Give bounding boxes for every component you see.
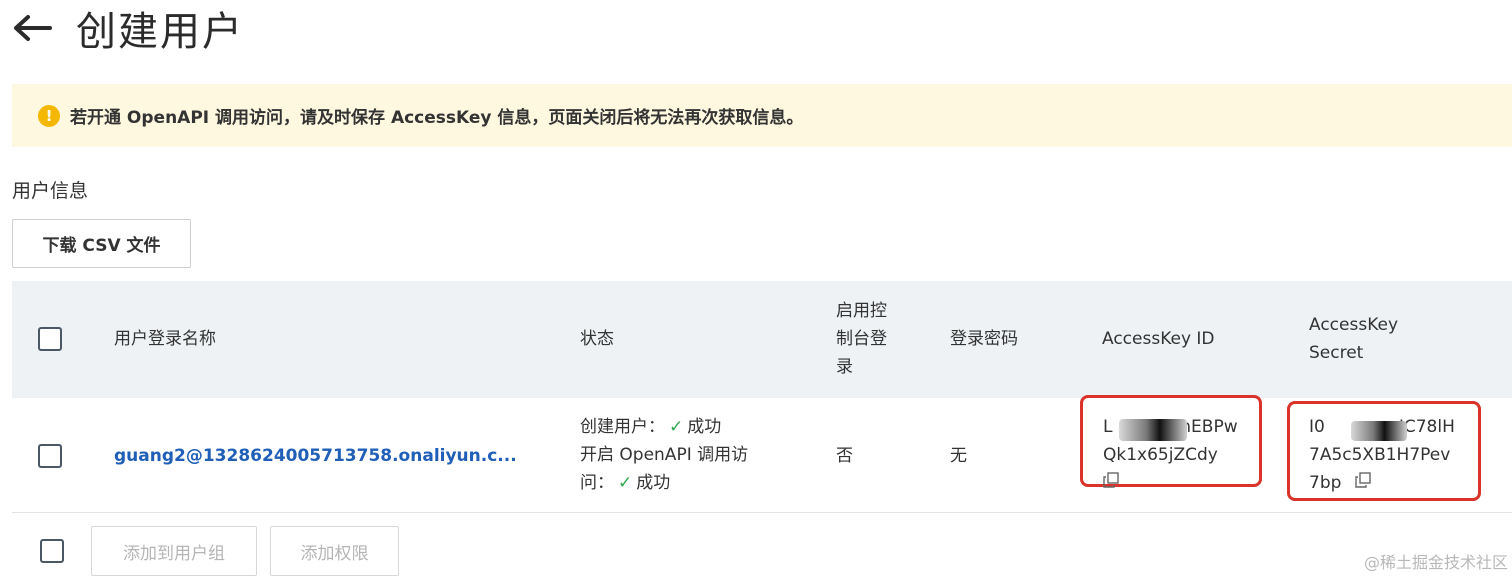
header-console-login-line: 启用控 (836, 301, 887, 321)
access-key-id-copy-row (1103, 469, 1263, 497)
header-status: 状态 (580, 329, 614, 349)
arrow-left-icon[interactable] (12, 0, 56, 56)
header-access-key-id: AccessKey ID (1102, 329, 1215, 349)
access-key-secret-tail-text: 7bp (1309, 473, 1342, 493)
batch-actions-bar: 添加到用户组 添加权限 (12, 526, 1512, 579)
warning-icon: ! (38, 104, 60, 127)
access-key-secret-tail: IC78lH (1398, 417, 1455, 437)
header-access-key-secret-line: AccessKey (1309, 315, 1399, 335)
access-key-id-prefix: L (1103, 417, 1113, 437)
status-create-line: 创建用户： ✓ 成功 (580, 413, 800, 441)
password-value: 无 (950, 446, 967, 466)
warning-alert: ! 若开通 OpenAPI 调用访问，请及时保存 AccessKey 信息，页面… (12, 84, 1512, 147)
copy-icon[interactable] (1103, 469, 1119, 497)
download-csv-button[interactable]: 下载 CSV 文件 (12, 219, 191, 268)
access-key-secret-prefix: I0 (1309, 417, 1325, 437)
status-openapi-label: 问： (580, 473, 614, 493)
header-console-login-line: 制台登 (836, 329, 887, 349)
header-console-login: 启用控 制台登 录 (836, 297, 916, 381)
header-access-key-secret: AccessKey Secret (1309, 311, 1398, 367)
access-key-id-line: LmEBPw (1103, 413, 1263, 441)
user-table: 用户登录名称 状态 启用控 制台登 录 登录密码 AccessKey ID Ac… (12, 281, 1512, 513)
header-password: 登录密码 (950, 329, 1018, 349)
console-login-value: 否 (836, 446, 853, 466)
table-row: guang2@1328624005713758.onaliyun.c... 创建… (12, 395, 1512, 513)
check-icon: ✓ (669, 417, 684, 437)
status-create-label: 创建用户： (580, 417, 665, 437)
page-header: 创建用户 (12, 0, 244, 56)
status-openapi-line2: 问： ✓ 成功 (580, 469, 800, 497)
redaction-blur (1119, 419, 1187, 441)
access-key-id-line2: Qk1x65jZCdy (1103, 445, 1218, 465)
access-key-secret-line2: 7A5c5XB1H7Pev (1309, 445, 1451, 465)
section-title: 用户信息 (12, 180, 89, 202)
header-access-key-secret-line: Secret (1309, 343, 1364, 363)
alert-message: 若开通 OpenAPI 调用访问，请及时保存 AccessKey 信息，页面关闭… (70, 108, 804, 128)
user-login-name-link[interactable]: guang2@1328624005713758.onaliyun.c... (114, 442, 517, 470)
status-create-value: 成功 (687, 417, 722, 437)
header-login-name: 用户登录名称 (114, 329, 216, 349)
check-icon: ✓ (618, 473, 633, 493)
copy-icon[interactable] (1355, 469, 1371, 497)
footer-select-all-checkbox[interactable] (40, 539, 64, 563)
access-key-id-value: LmEBPw Qk1x65jZCdy (1103, 413, 1263, 497)
select-all-checkbox[interactable] (38, 327, 62, 351)
watermark: @稀土掘金技术社区 (1363, 553, 1508, 572)
access-key-secret-value: I0 IC78lH 7A5c5XB1H7Pev 7bp (1309, 413, 1479, 497)
table-header: 用户登录名称 状态 启用控 制台登 录 登录密码 AccessKey ID Ac… (12, 281, 1512, 398)
redaction-blur (1351, 421, 1407, 441)
add-permission-button[interactable]: 添加权限 (270, 526, 399, 576)
access-key-secret-line: I0 IC78lH (1309, 413, 1479, 441)
add-to-group-button[interactable]: 添加到用户组 (91, 526, 257, 576)
page-title: 创建用户 (76, 9, 244, 55)
status-openapi-line: 开启 OpenAPI 调用访 (580, 445, 749, 465)
status-cell: 创建用户： ✓ 成功 开启 OpenAPI 调用访 问： ✓ 成功 (580, 413, 800, 497)
row-checkbox[interactable] (38, 444, 62, 468)
access-key-secret-line3: 7bp (1309, 469, 1479, 497)
status-openapi-value: 成功 (636, 473, 671, 493)
header-console-login-line: 录 (836, 357, 853, 377)
